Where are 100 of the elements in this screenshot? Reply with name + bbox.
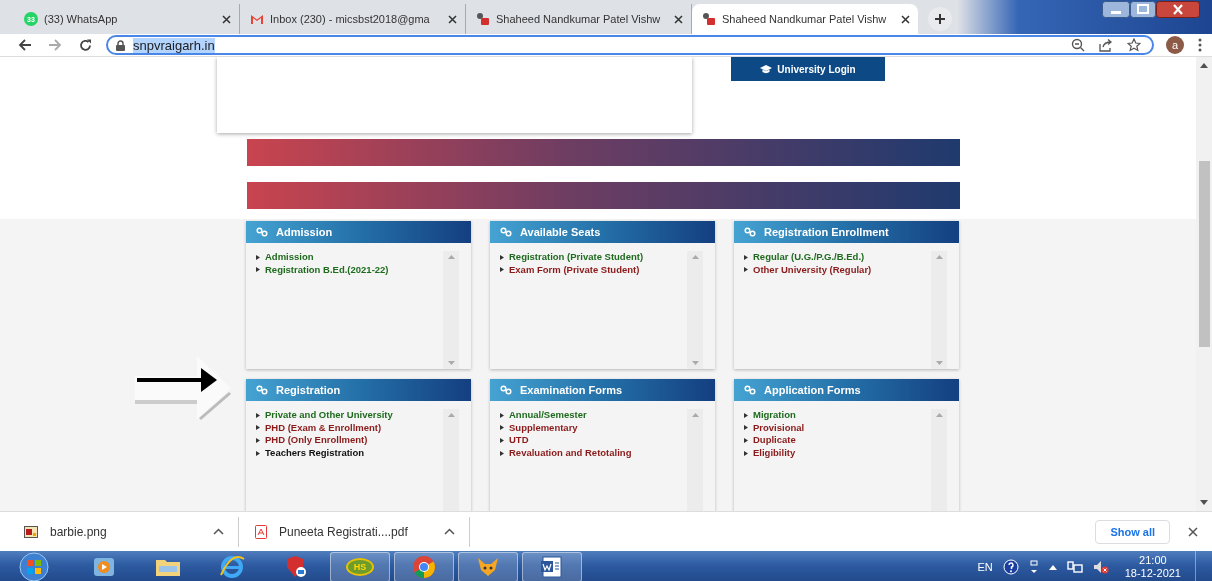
close-icon[interactable] <box>1156 1 1200 18</box>
panel-link[interactable]: Regular (U.G./P.G./B.Ed.) <box>744 251 927 264</box>
panel-link[interactable]: PHD (Exam & Enrollment) <box>256 421 439 435</box>
caret-icon[interactable] <box>444 528 455 535</box>
bullet-icon <box>256 425 260 431</box>
tab-title: Shaheed Nandkumar Patel Vishw <box>496 13 662 25</box>
image-file-icon <box>24 525 38 538</box>
star-icon[interactable] <box>1127 38 1141 52</box>
clock-time[interactable]: 21:00 <box>1139 554 1167 567</box>
media-player-icon[interactable] <box>92 556 116 578</box>
back-icon[interactable] <box>18 39 32 51</box>
scrollbar[interactable] <box>443 409 459 511</box>
profile-avatar[interactable]: a <box>1166 36 1184 54</box>
bullet-icon <box>744 254 748 260</box>
close-icon[interactable] <box>1188 526 1198 537</box>
scroll-up-icon[interactable] <box>1200 63 1208 68</box>
caret-icon[interactable] <box>1048 564 1057 570</box>
menu-icon[interactable] <box>1198 38 1202 52</box>
panel-link[interactable]: Exam Form (Private Student) <box>500 263 683 277</box>
panel-link[interactable]: Duplicate <box>744 434 927 447</box>
network-icon[interactable] <box>1066 560 1083 574</box>
panel-link[interactable]: Annual/Semester <box>500 409 683 422</box>
panel-link[interactable]: Supplementary <box>500 421 683 435</box>
close-icon[interactable] <box>674 14 683 24</box>
share-icon[interactable] <box>1099 38 1113 52</box>
bullet-icon <box>500 438 504 443</box>
address-field[interactable]: snpvraigarh.in <box>106 35 1154 55</box>
bullet-icon <box>744 412 748 418</box>
panel-link[interactable]: Teachers Registration <box>256 446 439 460</box>
download-filename[interactable]: Puneeta Registrati....pdf <box>279 524 432 539</box>
browser-e-icon[interactable] <box>219 555 245 579</box>
panel-link[interactable]: Provisional <box>744 421 927 435</box>
bullet-icon <box>744 438 748 443</box>
muted-speaker-icon[interactable] <box>1092 560 1109 574</box>
panel-link[interactable]: PHD (Only Enrollment) <box>256 434 439 447</box>
close-icon[interactable] <box>222 14 231 24</box>
link-icon <box>500 227 512 237</box>
bullet-icon <box>500 425 504 431</box>
minimize-icon[interactable] <box>1102 1 1130 18</box>
clock-date[interactable]: 18-12-2021 <box>1124 567 1181 580</box>
link-icon <box>256 227 268 237</box>
close-icon[interactable] <box>901 14 910 24</box>
panel-title: Available Seats <box>520 226 601 238</box>
panel-link[interactable]: Other University (Regular) <box>744 263 927 277</box>
link-icon <box>744 227 756 237</box>
link-icon <box>256 385 268 395</box>
panel-title: Application Forms <box>764 384 861 396</box>
tray-icon[interactable] <box>1028 560 1039 574</box>
caret-icon[interactable] <box>213 528 224 535</box>
download-filename[interactable]: barbie.png <box>50 524 201 539</box>
bullet-icon <box>256 254 260 260</box>
login-button[interactable]: University Login <box>731 57 885 81</box>
panel-link[interactable]: Registration (Private Student) <box>500 251 683 264</box>
bullet-icon <box>500 254 504 260</box>
bullet-icon <box>500 412 504 418</box>
new-tab-button[interactable] <box>928 7 952 31</box>
scrollbar-thumb[interactable] <box>1199 161 1210 347</box>
panel-link[interactable]: Eligibility <box>744 446 927 460</box>
browser-tab[interactable]: Shaheed Nandkumar Patel Vishw <box>692 4 918 34</box>
show-all-button[interactable]: Show all <box>1095 519 1170 544</box>
document-icon[interactable] <box>539 555 565 579</box>
url-text: snpvraigarh.in <box>133 37 215 53</box>
panel-link[interactable]: Revaluation and Retotaling <box>500 446 683 460</box>
chrome-icon[interactable] <box>412 555 436 579</box>
scrollbar[interactable] <box>931 409 947 511</box>
bullet-icon <box>744 450 748 456</box>
maximize-icon[interactable] <box>1130 1 1156 18</box>
language-indicator[interactable]: EN <box>977 561 993 573</box>
panel-title: Admission <box>276 226 333 238</box>
browser-tab[interactable]: Inbox (230) - micsbst2018@gma <box>240 4 466 34</box>
plus-icon <box>934 13 946 25</box>
link-icon <box>744 385 756 395</box>
tab-title: Shaheed Nandkumar Patel Vishw <box>722 13 888 25</box>
tab-title: Inbox (230) - micsbst2018@gma <box>270 13 431 25</box>
bullet-icon <box>500 267 504 273</box>
bullet-icon <box>256 267 260 273</box>
graduation-cap-icon <box>760 64 773 74</box>
help-icon[interactable] <box>1002 559 1019 575</box>
tab-title: (33) WhatsApp <box>44 13 119 25</box>
panel-link[interactable]: UTD <box>500 434 683 447</box>
taskbar-button[interactable] <box>522 552 582 581</box>
bullet-icon <box>256 450 260 456</box>
bullet-icon <box>744 267 748 273</box>
fox-icon[interactable] <box>475 555 501 579</box>
panel-link[interactable]: Admission <box>256 251 439 264</box>
panel-link[interactable]: Migration <box>744 409 927 422</box>
close-icon[interactable] <box>448 14 457 24</box>
reload-icon[interactable] <box>78 38 92 52</box>
bullet-icon <box>500 450 504 456</box>
lock-icon <box>116 39 125 51</box>
bullet-icon <box>256 438 260 443</box>
zoom-out-icon[interactable] <box>1071 38 1085 52</box>
panel-link[interactable]: Registration B.Ed.(2021-22) <box>256 263 439 277</box>
panel-link[interactable]: Private and Other University <box>256 409 439 422</box>
scrollbar[interactable] <box>1196 57 1212 511</box>
panel-title: Examination Forms <box>520 384 623 396</box>
panel-title: Registration Enrollment <box>764 226 889 238</box>
link-icon <box>500 385 512 395</box>
scrollbar[interactable] <box>687 409 703 511</box>
scroll-down-icon[interactable] <box>1200 500 1208 505</box>
